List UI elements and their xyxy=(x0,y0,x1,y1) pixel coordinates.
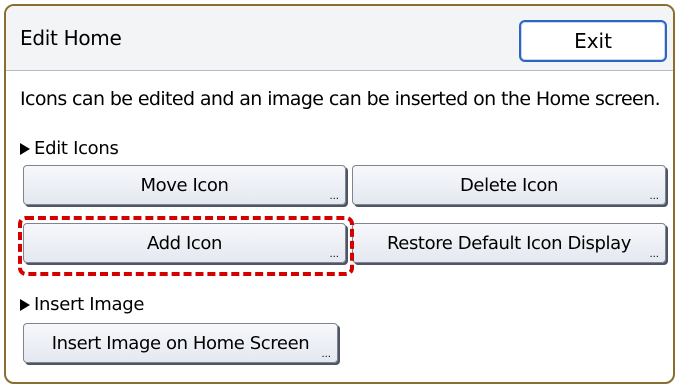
exit-button[interactable]: Exit xyxy=(519,20,667,62)
edit-icons-heading: Edit Icons xyxy=(20,138,119,159)
insert-image-on-home-screen-label: Insert Image on Home Screen xyxy=(51,332,310,354)
header-bar: Edit Home Exit xyxy=(6,6,673,71)
edit-icons-heading-label: Edit Icons xyxy=(34,138,119,159)
edit-home-panel: Edit Home Exit Icons can be edited and a… xyxy=(4,4,675,384)
delete-icon-button-label: Delete Icon xyxy=(459,174,559,196)
page-title: Edit Home xyxy=(20,26,122,50)
insert-image-heading: Insert Image xyxy=(20,294,144,315)
move-icon-button[interactable]: Move Icon ... xyxy=(23,165,346,205)
more-options-indicator: ... xyxy=(649,249,659,260)
insert-image-heading-label: Insert Image xyxy=(34,294,145,315)
more-options-indicator: ... xyxy=(329,249,339,260)
triangle-right-icon xyxy=(20,142,30,155)
add-icon-button-label: Add Icon xyxy=(147,232,222,254)
more-options-indicator: ... xyxy=(329,191,339,202)
add-icon-button[interactable]: Add Icon ... xyxy=(23,223,346,263)
triangle-right-icon xyxy=(20,298,30,311)
restore-default-icon-display-button[interactable]: Restore Default Icon Display ... xyxy=(352,223,666,263)
move-icon-button-label: Move Icon xyxy=(140,174,229,196)
delete-icon-button[interactable]: Delete Icon ... xyxy=(352,165,666,205)
more-options-indicator: ... xyxy=(649,191,659,202)
insert-image-on-home-screen-button[interactable]: Insert Image on Home Screen ... xyxy=(23,323,338,363)
restore-default-icon-display-label: Restore Default Icon Display xyxy=(386,232,631,254)
more-options-indicator: ... xyxy=(321,349,331,360)
description-text: Icons can be edited and an image can be … xyxy=(20,88,661,110)
